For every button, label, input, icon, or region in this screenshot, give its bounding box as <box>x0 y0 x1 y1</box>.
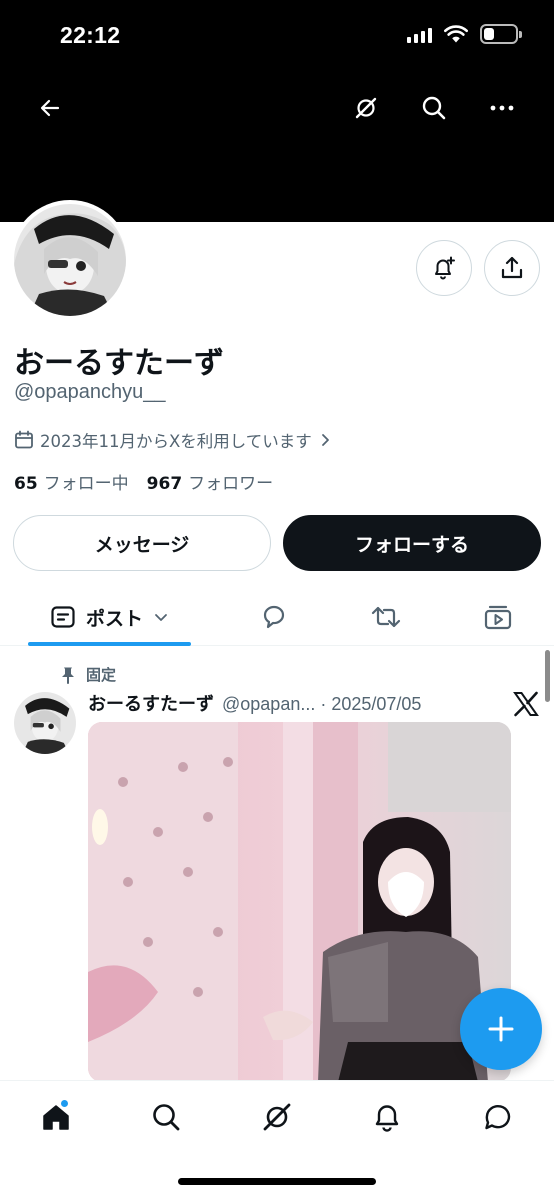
tab-posts-label: ポスト <box>85 607 143 630</box>
pin-icon <box>62 667 74 684</box>
profile-handle: @opapanchyu__ <box>14 381 166 403</box>
grok-icon <box>355 97 377 119</box>
video-icon <box>484 605 512 630</box>
tab-videos[interactable] <box>470 588 526 646</box>
posts-icon <box>51 606 75 628</box>
plus-icon <box>488 1016 514 1042</box>
reply-icon <box>263 605 285 629</box>
repost-icon <box>371 606 401 628</box>
post-author-name[interactable]: おーるすたーず <box>88 690 214 716</box>
home-indicator <box>178 1178 376 1185</box>
status-icons <box>407 24 522 44</box>
message-icon <box>485 1104 511 1130</box>
calendar-icon <box>15 430 33 449</box>
search-button[interactable] <box>410 84 458 132</box>
home-notification-dot <box>60 1099 69 1108</box>
tab-active-indicator <box>28 642 191 646</box>
followers-label: フォロワー <box>188 474 274 494</box>
nav-home[interactable] <box>28 1095 84 1139</box>
followers-link[interactable]: 967 フォロワー <box>147 469 274 494</box>
avatar-image <box>14 204 126 316</box>
post-header: おーるすたーず @opapan... · 2025/07/05 <box>88 690 421 716</box>
joined-date[interactable]: 2023年11月からXを利用しています <box>14 428 332 452</box>
profile-tabs: ポスト <box>0 588 554 646</box>
pinned-text: 固定 <box>86 666 117 684</box>
nav-search[interactable] <box>138 1095 194 1139</box>
bell-icon <box>375 1105 399 1132</box>
nav-messages[interactable] <box>470 1095 526 1139</box>
battery-icon <box>480 24 522 44</box>
tab-reposts[interactable] <box>358 588 414 646</box>
nav-grok[interactable] <box>249 1095 305 1139</box>
tab-posts[interactable]: ポスト <box>28 588 191 646</box>
grok-button[interactable] <box>342 84 390 132</box>
following-link[interactable]: 65 フォロー中 <box>14 469 129 494</box>
share-icon <box>501 256 523 279</box>
follow-button[interactable]: フォローする <box>283 515 541 571</box>
chevron-down-icon <box>155 614 167 621</box>
bell-plus-icon <box>435 256 455 280</box>
follow-stats: 65 フォロー中 967 フォロワー <box>14 469 273 494</box>
joined-text: 2023年11月からXを利用しています <box>40 432 312 451</box>
profile-display-name: おーるすたーず <box>14 346 224 381</box>
status-time: 22:12 <box>60 22 121 48</box>
following-count: 65 <box>14 474 38 494</box>
grok-icon <box>263 1103 291 1131</box>
more-button[interactable] <box>478 84 526 132</box>
message-button[interactable]: メッセージ <box>13 515 271 571</box>
top-nav <box>0 80 554 136</box>
tab-replies[interactable] <box>246 588 302 646</box>
followers-count: 967 <box>146 474 183 494</box>
notify-button[interactable] <box>416 240 472 296</box>
cellular-signal-icon <box>407 25 432 43</box>
wifi-icon <box>444 25 468 43</box>
following-label: フォロー中 <box>43 474 129 494</box>
x-logo-icon <box>513 691 539 717</box>
scrollbar-thumb[interactable] <box>545 650 550 702</box>
search-icon <box>153 1104 180 1131</box>
chevron-right-icon <box>321 434 329 446</box>
compose-button[interactable] <box>460 988 542 1070</box>
post-media-image[interactable] <box>88 722 511 1082</box>
more-icon <box>490 105 514 111</box>
pinned-label: 固定 <box>60 664 116 685</box>
nav-notifications[interactable] <box>359 1095 415 1139</box>
post-author-avatar[interactable] <box>14 692 76 754</box>
status-bar: 22:12 <box>0 0 554 75</box>
share-button[interactable] <box>484 240 540 296</box>
arrow-left-icon <box>40 99 60 117</box>
profile-actions: メッセージ フォローする <box>13 515 541 571</box>
search-icon <box>422 96 446 120</box>
post-handle-date: @opapan... · 2025/07/05 <box>222 694 422 714</box>
back-button[interactable] <box>26 84 74 132</box>
profile-avatar[interactable] <box>10 200 130 320</box>
